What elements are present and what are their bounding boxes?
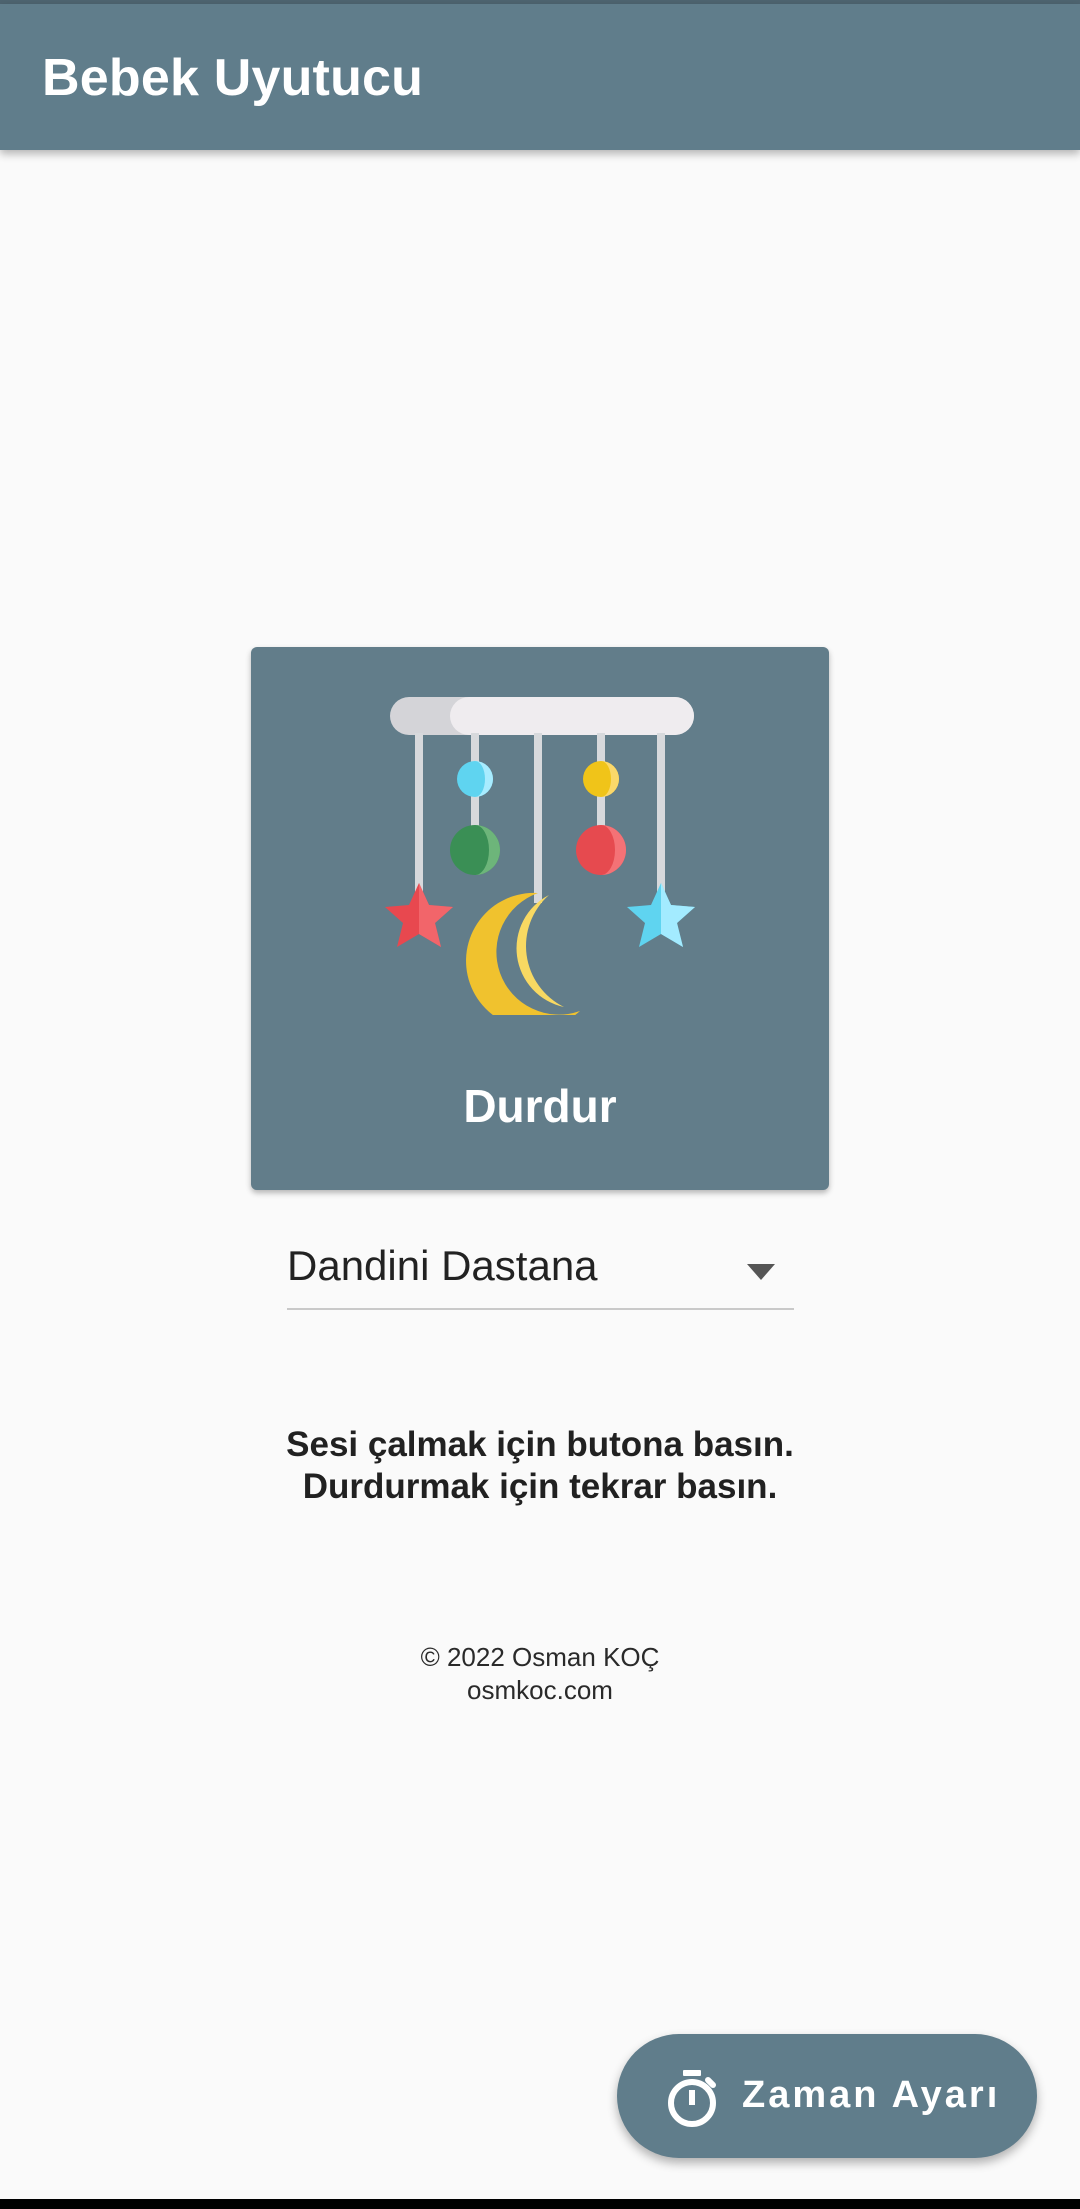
copyright-text: © 2022 Osman KOÇ [420,1642,660,1672]
credits: © 2022 Osman KOÇ osmkoc.com [0,1641,1080,1707]
instructions-line-1: Sesi çalmak için butona basın. [286,1425,794,1464]
website-text: osmkoc.com [467,1675,613,1705]
sound-select-dropdown[interactable]: Dandini Dastana [287,1230,794,1310]
baby-crib-mobile-icon [385,697,695,1015]
timer-settings-label: Zaman Ayarı [742,2074,1001,2116]
app-bar: Bebek Uyutucu [0,4,1080,150]
screen: Bebek Uyutucu Durdur Dandini Dastana Ses… [0,0,1080,2209]
navigation-bar-edge [0,2199,1080,2209]
app-title: Bebek Uyutucu [42,49,424,107]
instructions-text: Sesi çalmak için butona basın. Durdurmak… [0,1424,1080,1508]
dropdown-arrow-icon [747,1264,775,1280]
play-stop-button[interactable]: Durdur [251,647,829,1190]
timer-icon [668,2070,716,2127]
selected-sound: Dandini Dastana [287,1242,598,1289]
timer-settings-button[interactable]: Zaman Ayarı [617,2034,1037,2158]
instructions-line-2: Durdurmak için tekrar basın. [302,1467,778,1506]
play-stop-label: Durdur [463,1080,617,1132]
